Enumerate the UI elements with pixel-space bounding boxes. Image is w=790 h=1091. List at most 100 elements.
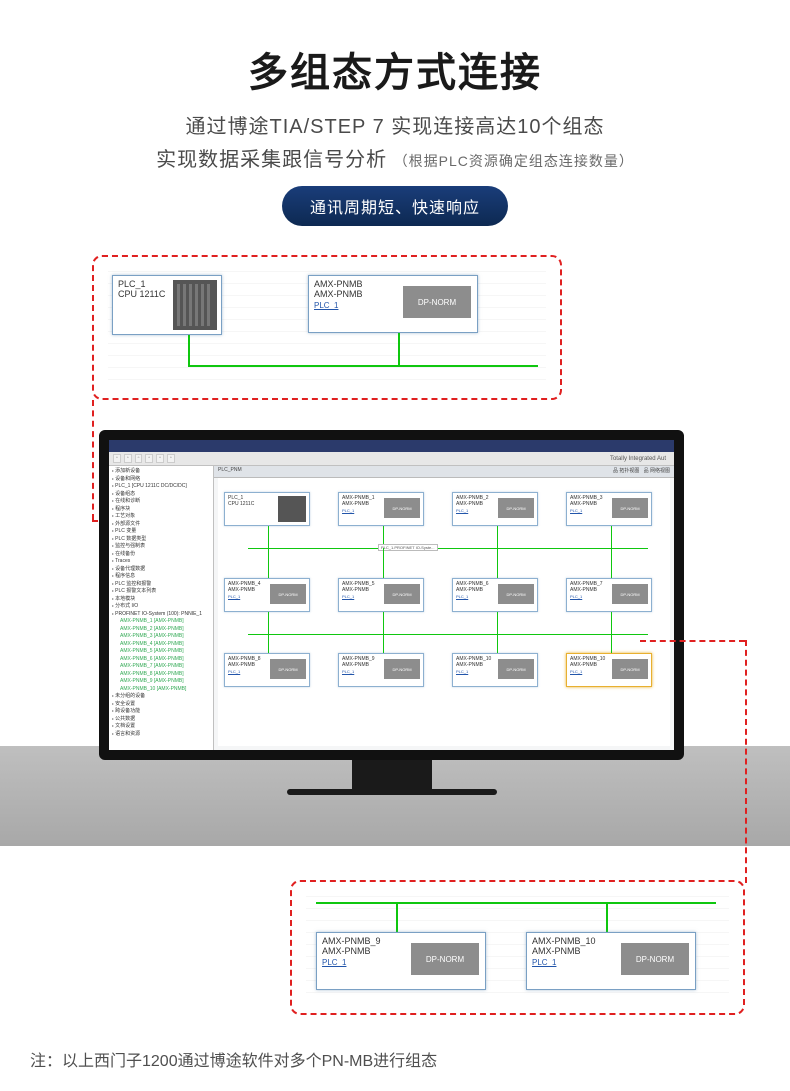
- subtitle-note: （根据PLC资源确定组态连接数量）: [394, 153, 634, 169]
- tree-item[interactable]: PROFINET IO-System (100): PNNIE_1: [112, 611, 210, 619]
- net-line: [188, 335, 190, 365]
- device-node: AMX-PNMB AMX-PNMB PLC_1 DP-NORM: [308, 275, 478, 333]
- subtitle-main: 实现数据采集跟信号分析: [156, 149, 387, 171]
- dp-norm-chip: DP-NORM: [612, 498, 648, 518]
- dp-norm-chip: DP-NORM: [498, 584, 534, 604]
- subtitle-line-2: 实现数据采集跟信号分析 （根据PLC资源确定组态连接数量）: [0, 143, 790, 172]
- badge-pill: 通讯周期短、快速响应: [282, 186, 508, 226]
- tool-icon: ▫: [135, 454, 143, 463]
- profinet-drop: [383, 548, 384, 578]
- tab-left[interactable]: PLC_PNM: [218, 467, 242, 476]
- dp-norm-chip: DP-NORM: [270, 584, 306, 604]
- tree-item[interactable]: PLC 变量: [112, 528, 210, 536]
- subtitle-line-1: 通过博途TIA/STEP 7 实现连接高达10个组态: [0, 110, 790, 139]
- profinet-drop: [268, 548, 269, 578]
- tree-item[interactable]: 本地模块: [112, 596, 210, 604]
- tree-item[interactable]: AMX-PNMB_3 [AMX-PNMB]: [112, 633, 210, 641]
- callout-bottom: AMX-PNMB_9 AMX-PNMB PLC_1 DP-NORM AMX-PN…: [290, 880, 745, 1015]
- monitor-screen: ▫▫▫▫▫▫ Totally Integrated Aut 添加新设备设备和网络…: [99, 430, 684, 760]
- tree-item[interactable]: AMX-PNMB_1 [AMX-PNMB]: [112, 618, 210, 626]
- dp-norm-chip: DP-NORM: [498, 659, 534, 679]
- monitor: ▫▫▫▫▫▫ Totally Integrated Aut 添加新设备设备和网络…: [99, 430, 684, 850]
- profinet-drop: [268, 612, 269, 653]
- tree-item[interactable]: AMX-PNMB_9 [AMX-PNMB]: [112, 678, 210, 686]
- tree-item[interactable]: 在线和诊断: [112, 498, 210, 506]
- tree-item[interactable]: 跨设备功能: [112, 708, 210, 716]
- profinet-bus: [248, 548, 648, 549]
- tree-item[interactable]: 分布式 I/O: [112, 603, 210, 611]
- device-node-11-highlight[interactable]: AMX-PNMB_10 AMX-PNMB PLC_1 DP-NORM: [566, 653, 652, 687]
- tree-item[interactable]: 监控与强制表: [112, 543, 210, 551]
- profinet-drop: [383, 612, 384, 653]
- device-node-4[interactable]: AMX-PNMB_4 AMX-PNMB PLC_1 DP-NORM: [224, 578, 310, 612]
- tree-item[interactable]: AMX-PNMB_2 [AMX-PNMB]: [112, 626, 210, 634]
- plc-node[interactable]: PLC_1 CPU 1211C: [224, 492, 310, 526]
- tree-item[interactable]: PLC_1 [CPU 1211C DC/DC/DC]: [112, 483, 210, 491]
- tree-item[interactable]: 语言和资源: [112, 731, 210, 739]
- tree-item[interactable]: PLC 数据类型: [112, 536, 210, 544]
- tree-item[interactable]: 公共数据: [112, 716, 210, 724]
- device-node-6[interactable]: AMX-PNMB_6 AMX-PNMB PLC_1 DP-NORM: [452, 578, 538, 612]
- tree-item[interactable]: AMX-PNMB_7 [AMX-PNMB]: [112, 663, 210, 671]
- network-canvas[interactable]: PLC_PNM 品 拓扑视图 品 网络视图 ▸ IO 系统: PLC_1.PRO…: [214, 466, 674, 750]
- project-tree[interactable]: 添加新设备设备和网络PLC_1 [CPU 1211C DC/DC/DC]设备组态…: [109, 466, 214, 750]
- tree-item[interactable]: AMX-PNMB_8 [AMX-PNMB]: [112, 671, 210, 679]
- toolbar: ▫▫▫▫▫▫: [109, 452, 674, 466]
- dp-norm-chip: DP-NORM: [612, 584, 648, 604]
- mini-topology-bottom: AMX-PNMB_9 AMX-PNMB PLC_1 DP-NORM AMX-PN…: [306, 896, 729, 999]
- device-node-8[interactable]: AMX-PNMB_8 AMX-PNMB PLC_1 DP-NORM: [224, 653, 310, 687]
- net-line: [188, 365, 538, 367]
- dp-norm-chip: DP-NORM: [384, 659, 420, 679]
- tree-item[interactable]: PLC 报警文本列表: [112, 588, 210, 596]
- dp-norm-chip: DP-NORM: [270, 659, 306, 679]
- device-node-9[interactable]: AMX-PNMB_9 AMX-PNMB PLC_1 DP-NORM: [338, 653, 424, 687]
- canvas-tabs: PLC_PNM 品 拓扑视图 品 网络视图: [214, 466, 674, 478]
- bus-label: PLC_1.PROFINET IO-Syste...: [378, 544, 438, 551]
- tree-item[interactable]: 外部源文件: [112, 521, 210, 529]
- tree-item[interactable]: 在线备份: [112, 551, 210, 559]
- plc-rack-icon: [278, 496, 306, 522]
- tree-item[interactable]: 设备组态: [112, 491, 210, 499]
- dp-norm-chip: DP-NORM: [498, 498, 534, 518]
- device-node-1[interactable]: AMX-PNMB_1 AMX-PNMB PLC_1 DP-NORM: [338, 492, 424, 526]
- device-node-10[interactable]: AMX-PNMB_10 AMX-PNMB PLC_1 DP-NORM: [452, 653, 538, 687]
- dp-norm-chip: DP-NORM: [384, 584, 420, 604]
- net-line: [316, 902, 716, 904]
- device-node-3[interactable]: AMX-PNMB_3 AMX-PNMB PLC_1 DP-NORM: [566, 492, 652, 526]
- footnote: 注：以上西门子1200通过博途软件对多个PN-MB进行组态: [30, 1047, 437, 1071]
- tree-item[interactable]: AMX-PNMB_4 [AMX-PNMB]: [112, 641, 210, 649]
- tree-item[interactable]: 设备代理数据: [112, 566, 210, 574]
- tree-item[interactable]: 添加新设备: [112, 468, 210, 476]
- device-node-2[interactable]: AMX-PNMB_2 AMX-PNMB PLC_1 DP-NORM: [452, 492, 538, 526]
- tree-item[interactable]: 安全设置: [112, 701, 210, 709]
- app-titlebar: [109, 440, 674, 452]
- tree-item[interactable]: PLC 监控和报警: [112, 581, 210, 589]
- callout-connector: [640, 640, 745, 642]
- device-node-7[interactable]: AMX-PNMB_7 AMX-PNMB PLC_1 DP-NORM: [566, 578, 652, 612]
- tool-icon: ▫: [156, 454, 164, 463]
- tab-topology[interactable]: 品 拓扑视图: [613, 468, 639, 474]
- tree-item[interactable]: 设备和网络: [112, 476, 210, 484]
- tree-item[interactable]: 程序块: [112, 506, 210, 514]
- tree-item[interactable]: 文档设置: [112, 723, 210, 731]
- tool-icon: ▫: [113, 454, 121, 463]
- tool-icon: ▫: [167, 454, 175, 463]
- device-node-10: AMX-PNMB_10 AMX-PNMB PLC_1 DP-NORM: [526, 932, 696, 990]
- tree-item[interactable]: 工艺对象: [112, 513, 210, 521]
- tree-item[interactable]: AMX-PNMB_5 [AMX-PNMB]: [112, 648, 210, 656]
- callout-top: PLC_1 CPU 1211C AMX-PNMB AMX-PNMB PLC_1 …: [92, 255, 562, 400]
- tool-icon: ▫: [124, 454, 132, 463]
- monitor-base: [287, 789, 497, 795]
- profinet-drop: [268, 526, 269, 548]
- net-line: [398, 333, 400, 365]
- plc-rack-icon: [173, 280, 217, 330]
- tree-item[interactable]: AMX-PNMB_6 [AMX-PNMB]: [112, 656, 210, 664]
- profinet-drop: [497, 548, 498, 578]
- tool-icon: ▫: [145, 454, 153, 463]
- tree-item[interactable]: Traces: [112, 558, 210, 566]
- device-node-5[interactable]: AMX-PNMB_5 AMX-PNMB PLC_1 DP-NORM: [338, 578, 424, 612]
- tree-item[interactable]: AMX-PNMB_10 [AMX-PNMB]: [112, 686, 210, 694]
- tree-item[interactable]: 程序信息: [112, 573, 210, 581]
- tree-item[interactable]: 未分组的设备: [112, 693, 210, 701]
- tab-network[interactable]: 品 网络视图: [644, 468, 670, 474]
